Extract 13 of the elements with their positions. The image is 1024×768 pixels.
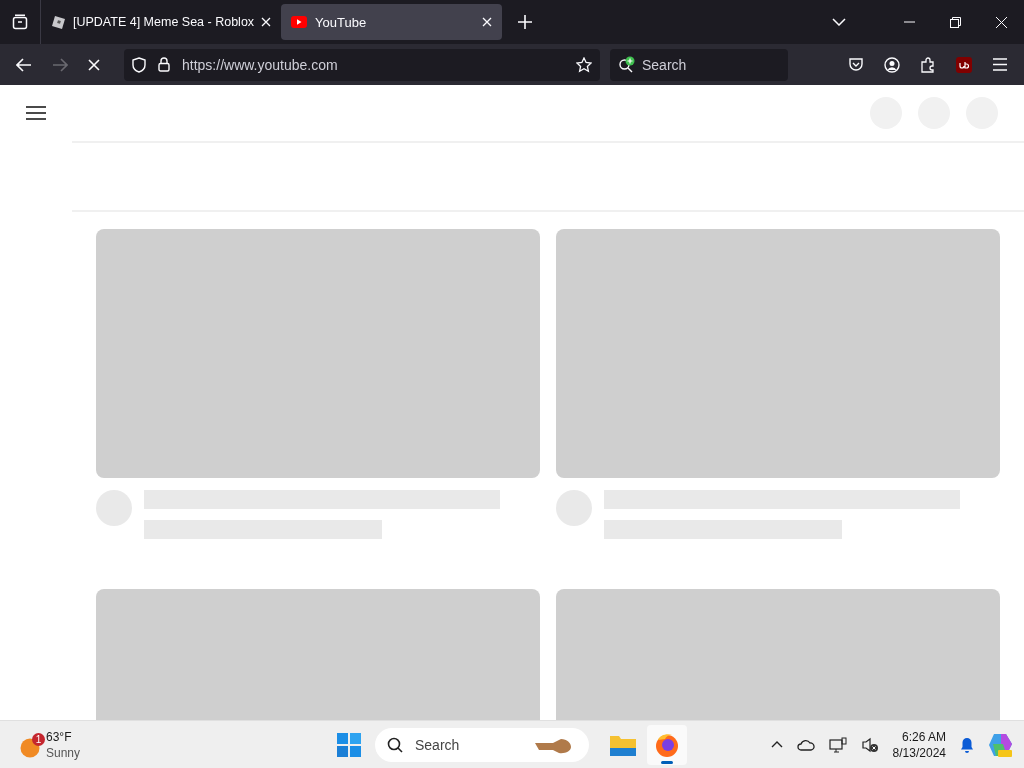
url-text: https://www.youtube.com [182,56,338,73]
taskbar-search-field[interactable]: Search [375,727,589,762]
search-field[interactable]: Search [610,48,788,81]
search-placeholder: Search [415,736,460,753]
browser-tab[interactable]: YouTube [281,4,503,40]
weather-condition: Sunny [46,744,81,761]
temperature-text: 63°F [46,728,73,745]
search-placeholder: Search [642,56,687,73]
notification-badge: 1 [32,732,45,746]
clock-time: 6:26 AM [901,728,946,745]
browser-tab[interactable]: [UPDATE 4] Meme Sea - Roblox [48,4,278,40]
clock-date: 8/13/2024 [892,744,946,761]
address-field[interactable]: https://www.youtube.com [124,48,600,81]
